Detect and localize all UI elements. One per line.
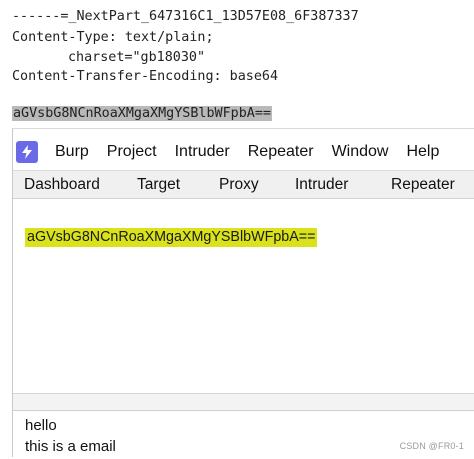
tool-tab-bar: Dashboard Target Proxy Intruder Repeater: [13, 170, 474, 199]
mime-boundary-line: ------=_NextPart_647316C1_13D57E08_6F387…: [12, 9, 359, 24]
decoded-line-1: hello: [25, 417, 57, 434]
encoded-body-line[interactable]: aGVsbG8NCnRoaXMgaXMgYSBlbWFpbA==: [12, 104, 272, 124]
menu-window[interactable]: Window: [332, 143, 389, 161]
menu-repeater[interactable]: Repeater: [248, 143, 314, 161]
pane-divider[interactable]: [13, 393, 474, 411]
decoded-line-2: this is a email: [25, 438, 116, 455]
tab-intruder[interactable]: Intruder: [295, 176, 348, 194]
menu-project[interactable]: Project: [107, 143, 157, 161]
tab-proxy[interactable]: Proxy: [219, 176, 259, 194]
menu-intruder[interactable]: Intruder: [175, 143, 230, 161]
menu-help[interactable]: Help: [406, 143, 439, 161]
charset-line: charset="gb18030": [68, 50, 206, 65]
tab-target[interactable]: Target: [137, 176, 180, 194]
decoder-output-pane[interactable]: hello this is a email: [13, 410, 474, 459]
burp-suite-window: Burp Project Intruder Repeater Window He…: [12, 128, 474, 459]
watermark: CSDN @FR0-1: [399, 441, 464, 451]
tab-dashboard[interactable]: Dashboard: [24, 176, 100, 194]
selected-base64-text[interactable]: aGVsbG8NCnRoaXMgaXMgYSBlbWFpbA==: [12, 106, 272, 121]
tab-repeater[interactable]: Repeater: [391, 176, 455, 194]
content-type-line: Content-Type: text/plain;: [12, 30, 214, 45]
decoder-input-text[interactable]: aGVsbG8NCnRoaXMgaXMgYSBlbWFpbA==: [25, 228, 318, 247]
raw-email-source: ------=_NextPart_647316C1_13D57E08_6F387…: [0, 0, 474, 128]
menu-burp[interactable]: Burp: [55, 143, 89, 161]
transfer-encoding-line: Content-Transfer-Encoding: base64: [12, 69, 279, 84]
burp-lightning-icon: [16, 141, 38, 163]
decoder-input-pane[interactable]: aGVsbG8NCnRoaXMgaXMgYSBlbWFpbA==: [13, 199, 474, 410]
menu-bar: Burp Project Intruder Repeater Window He…: [13, 135, 474, 169]
